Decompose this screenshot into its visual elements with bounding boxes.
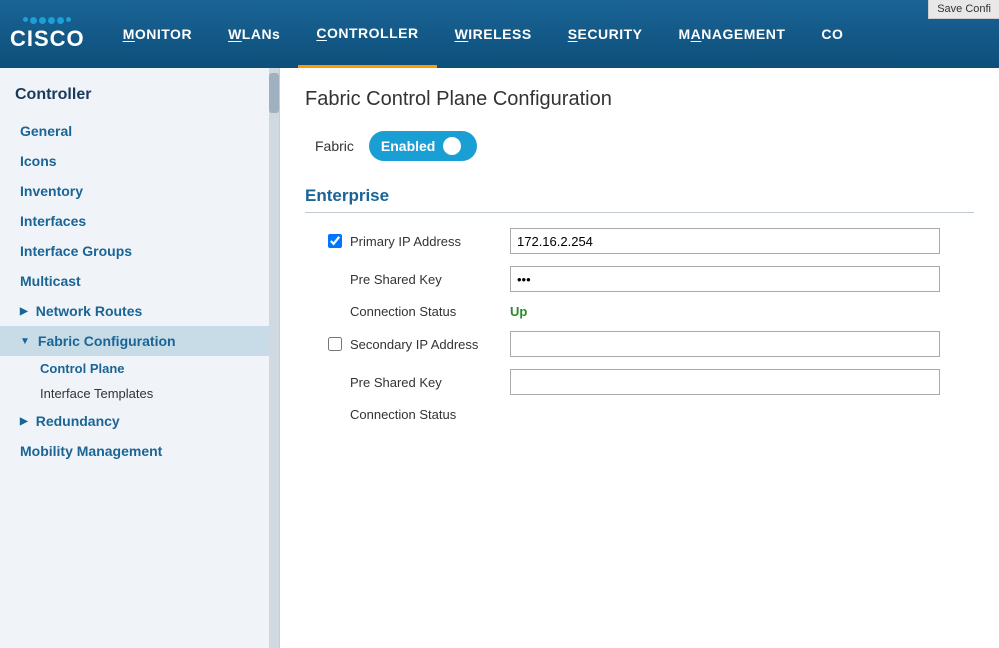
save-config-button[interactable]: Save Confi <box>928 0 999 19</box>
nav-wlans[interactable]: WLANs <box>210 0 298 68</box>
sidebar-item-network-routes[interactable]: Network Routes <box>0 296 279 326</box>
sidebar-scrollbar[interactable] <box>269 68 279 648</box>
top-nav: MONITOR WLANs CONTROLLER WIRELESS SECURI… <box>105 0 989 68</box>
connection-status-1-label: Connection Status <box>350 304 510 319</box>
top-bar: CISCO MONITOR WLANs CONTROLLER WIRELESS … <box>0 0 999 68</box>
primary-ip-row: Primary IP Address <box>305 228 974 254</box>
sidebar-item-fabric-configuration[interactable]: Fabric Configuration <box>0 326 279 356</box>
nav-monitor[interactable]: MONITOR <box>105 0 210 68</box>
connection-status-2-label: Connection Status <box>350 407 510 422</box>
toggle-circle <box>443 137 461 155</box>
dot4 <box>48 17 55 24</box>
primary-ip-checkbox-col <box>320 234 350 248</box>
primary-ip-input[interactable] <box>510 228 940 254</box>
secondary-ip-checkbox[interactable] <box>328 337 342 351</box>
sidebar-item-interfaces[interactable]: Interfaces <box>0 206 279 236</box>
pre-shared-key-2-row: Pre Shared Key <box>305 369 974 395</box>
sidebar-item-inventory[interactable]: Inventory <box>0 176 279 206</box>
secondary-ip-input[interactable] <box>510 331 940 357</box>
nav-management[interactable]: MANAGEMENT <box>661 0 804 68</box>
sidebar-item-redundancy[interactable]: Redundancy <box>0 406 279 436</box>
dot5 <box>57 17 64 24</box>
sidebar: Controller General Icons Inventory Inter… <box>0 68 280 648</box>
dot1 <box>23 17 28 22</box>
main-layout: Controller General Icons Inventory Inter… <box>0 68 999 648</box>
nav-security[interactable]: SECURITY <box>550 0 661 68</box>
sidebar-sub-control-plane[interactable]: Control Plane <box>0 356 279 381</box>
section-enterprise-title: Enterprise <box>305 186 974 213</box>
connection-status-1-row: Connection Status Up <box>305 304 974 319</box>
sidebar-title: Controller <box>0 78 279 116</box>
pre-shared-key-1-label: Pre Shared Key <box>350 272 510 287</box>
sidebar-item-general[interactable]: General <box>0 116 279 146</box>
sidebar-sub-interface-templates[interactable]: Interface Templates <box>0 381 279 406</box>
pre-shared-key-1-input[interactable] <box>510 266 940 292</box>
sidebar-item-mobility-management[interactable]: Mobility Management <box>0 436 279 466</box>
sidebar-item-icons[interactable]: Icons <box>0 146 279 176</box>
pre-shared-key-1-row: Pre Shared Key <box>305 266 974 292</box>
primary-ip-checkbox[interactable] <box>328 234 342 248</box>
sidebar-item-interface-groups[interactable]: Interface Groups <box>0 236 279 266</box>
cisco-dots <box>23 17 71 24</box>
sidebar-scrollbar-thumb[interactable] <box>269 73 279 113</box>
dot2 <box>30 17 37 24</box>
dot3 <box>39 17 46 24</box>
secondary-ip-checkbox-col <box>320 337 350 351</box>
primary-ip-label: Primary IP Address <box>350 234 510 249</box>
cisco-logo-text: CISCO <box>10 26 85 52</box>
page-title: Fabric Control Plane Configuration <box>305 88 974 111</box>
secondary-ip-row: Secondary IP Address <box>305 331 974 357</box>
connection-status-2-row: Connection Status <box>305 407 974 422</box>
secondary-ip-label: Secondary IP Address <box>350 337 510 352</box>
dot6 <box>66 17 71 22</box>
pre-shared-key-2-label: Pre Shared Key <box>350 375 510 390</box>
nav-wireless[interactable]: WIRELESS <box>437 0 550 68</box>
nav-co[interactable]: CO <box>803 0 861 68</box>
pre-shared-key-2-input[interactable] <box>510 369 940 395</box>
fabric-label: Fabric <box>315 138 354 154</box>
fabric-toggle-button[interactable]: Enabled <box>369 131 477 161</box>
connection-status-1-value: Up <box>510 304 527 319</box>
cisco-logo: CISCO <box>10 17 85 52</box>
content-area: Fabric Control Plane Configuration Fabri… <box>280 68 999 648</box>
sidebar-item-multicast[interactable]: Multicast <box>0 266 279 296</box>
toggle-label: Enabled <box>381 138 435 154</box>
nav-controller[interactable]: CONTROLLER <box>298 0 436 68</box>
fabric-row: Fabric Enabled <box>305 131 974 161</box>
